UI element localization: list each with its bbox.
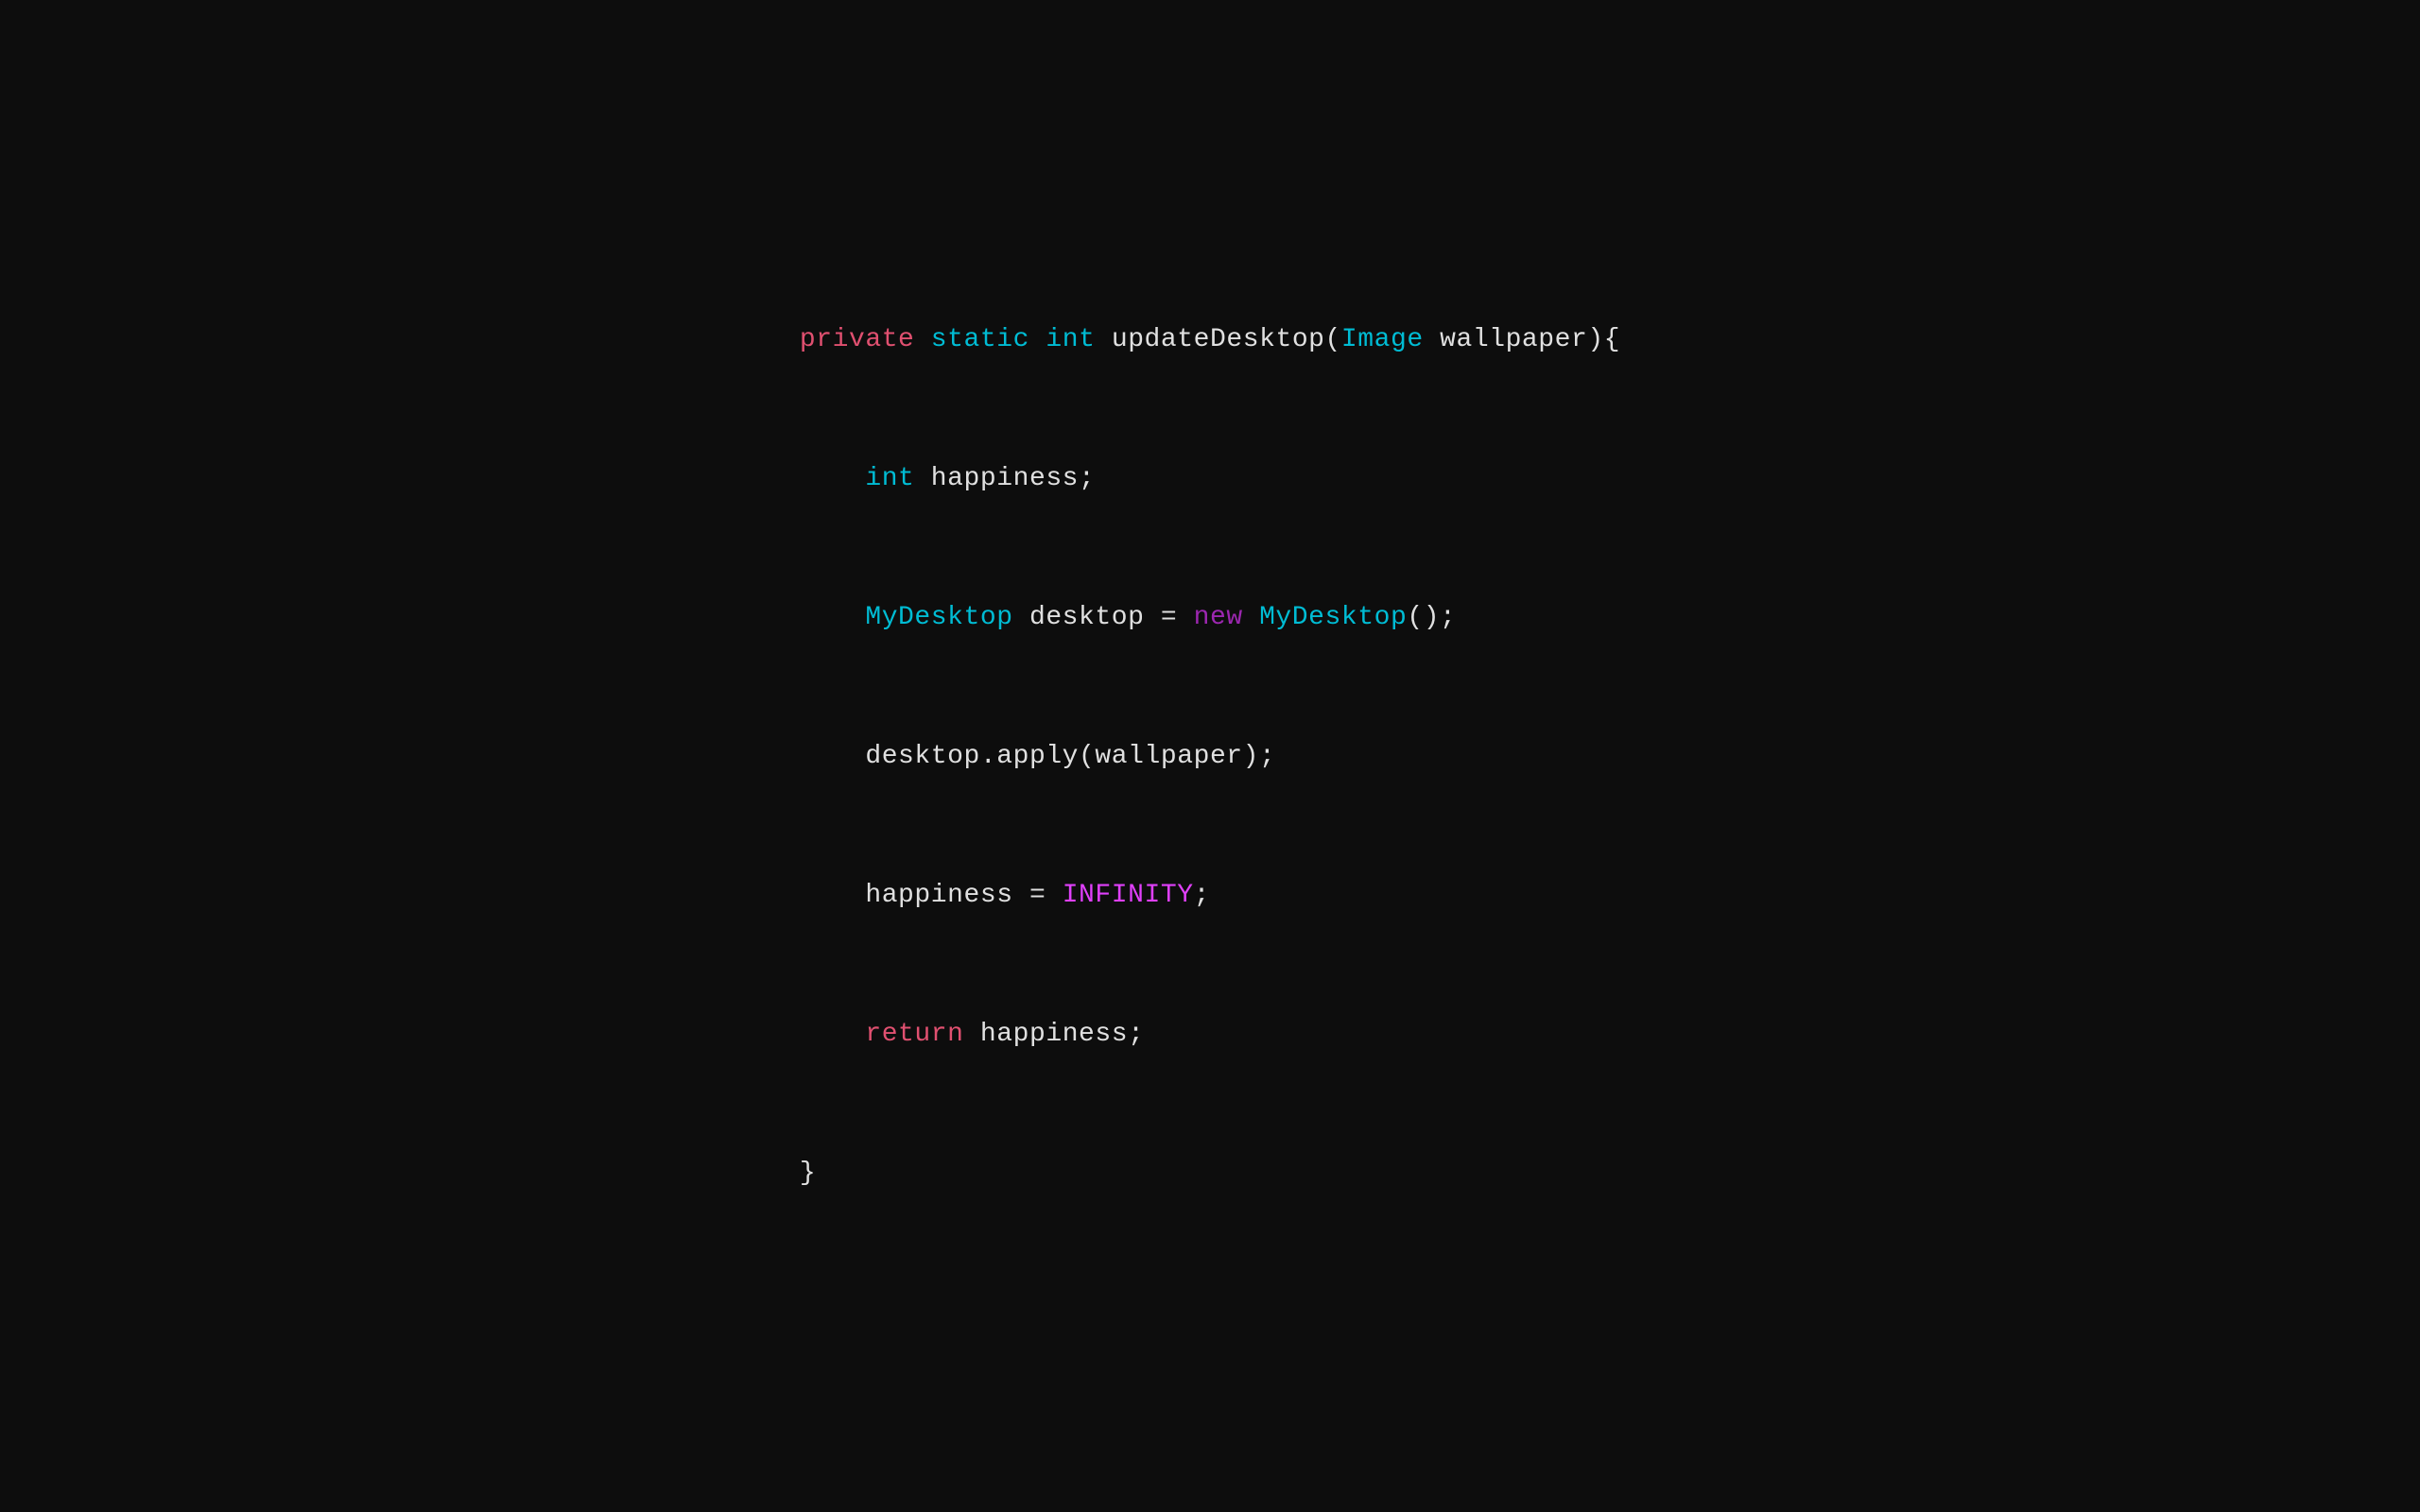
keyword-int-1: int [1046, 325, 1095, 354]
code-line-5: happiness = INFINITY; [800, 872, 1620, 919]
code-wallpaper: private static int updateDesktop(Image w… [762, 186, 1658, 1327]
keyword-return: return [865, 1020, 963, 1049]
line3-end: (); [1407, 603, 1456, 632]
keyword-new: new [1194, 603, 1243, 632]
indent-5 [800, 881, 865, 910]
code-line-2: int happiness; [800, 455, 1620, 502]
line3-rest: desktop = [1013, 603, 1194, 632]
closing-brace: } [800, 1159, 816, 1188]
indent-4 [800, 742, 865, 771]
line5-plain-start: happiness = [865, 881, 1062, 910]
keyword-int-2: int [865, 464, 914, 493]
space-3 [1095, 325, 1111, 354]
keyword-static: static [931, 325, 1029, 354]
type-image: Image [1341, 325, 1424, 354]
constant-infinity: INFINITY [1063, 881, 1194, 910]
space-new [1243, 603, 1259, 632]
line5-end: ; [1194, 881, 1210, 910]
indent-3 [800, 603, 865, 632]
param-text: wallpaper){ [1424, 325, 1620, 354]
code-line-3: MyDesktop desktop = new MyDesktop(); [800, 594, 1620, 641]
keyword-private: private [800, 325, 915, 354]
line2-rest: happiness; [914, 464, 1095, 493]
code-line-1: private static int updateDesktop(Image w… [800, 317, 1620, 363]
indent-2 [800, 464, 865, 493]
code-line-4: desktop.apply(wallpaper); [800, 733, 1620, 780]
class-mydesktop-1: MyDesktop [865, 603, 1012, 632]
space-2 [1029, 325, 1046, 354]
class-mydesktop-2: MyDesktop [1259, 603, 1407, 632]
code-line-6: return happiness; [800, 1011, 1620, 1057]
line4-plain: desktop.apply(wallpaper); [865, 742, 1275, 771]
indent-6 [800, 1020, 865, 1049]
line6-rest: happiness; [964, 1020, 1145, 1049]
method-name: updateDesktop( [1112, 325, 1341, 354]
code-display: private static int updateDesktop(Image w… [800, 224, 1620, 1289]
space-1 [914, 325, 930, 354]
code-line-7: } [800, 1150, 1620, 1196]
